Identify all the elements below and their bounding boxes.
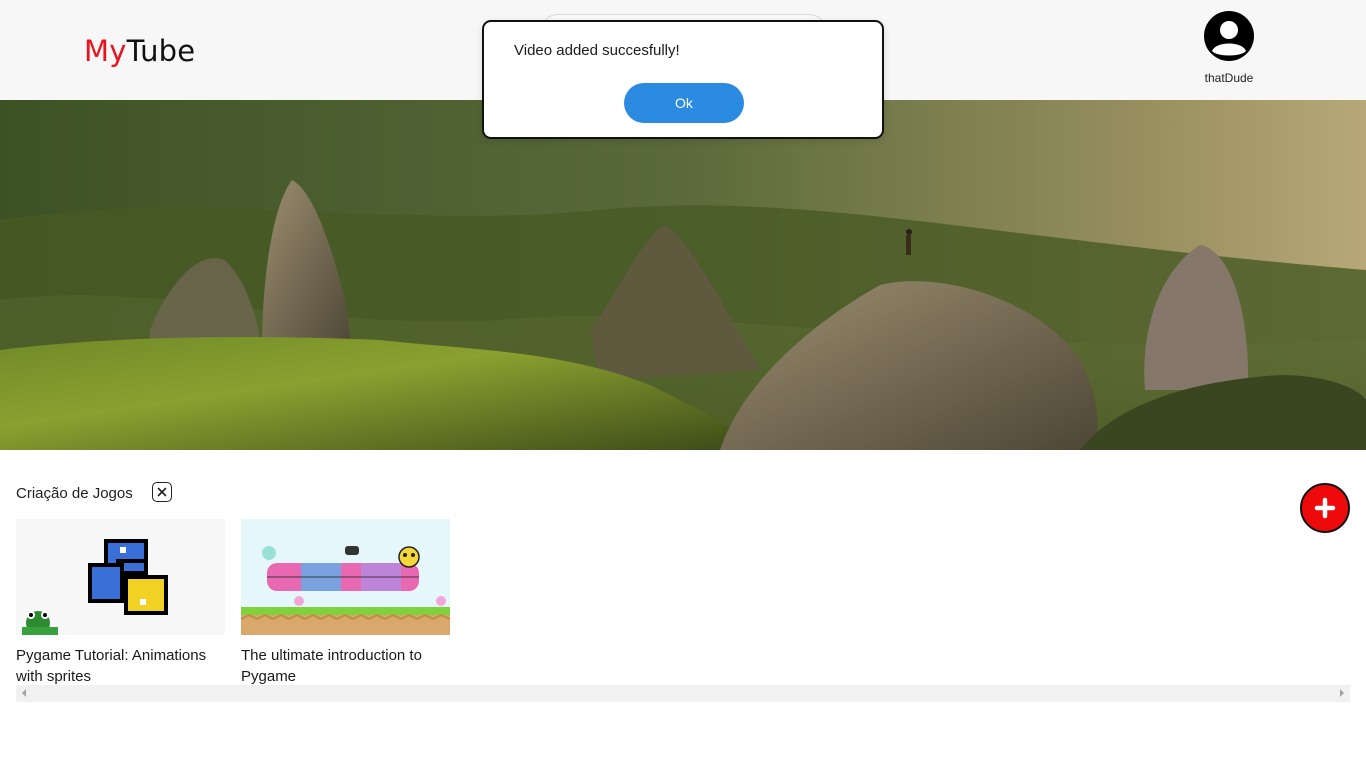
video-title[interactable]: Pygame Tutorial: Animations with sprites	[16, 645, 216, 687]
pygame-logo-thumbnail	[241, 519, 450, 635]
scroll-right-arrow-icon[interactable]	[1340, 689, 1344, 697]
logo-my: My	[84, 34, 127, 68]
horizontal-scrollbar[interactable]	[16, 685, 1350, 702]
alert-dialog: Video added succesfully! Ok	[482, 20, 884, 139]
logo[interactable]: MyTube	[84, 34, 195, 68]
ok-button[interactable]: Ok	[624, 83, 744, 123]
video-title[interactable]: The ultimate introduction to Pygame	[241, 645, 441, 687]
username: thatDude	[1204, 71, 1254, 85]
scroll-left-arrow-icon[interactable]	[22, 689, 26, 697]
python-logo-thumbnail	[16, 519, 225, 635]
user-circle-icon[interactable]	[1203, 10, 1255, 62]
close-icon	[157, 487, 167, 497]
logo-tube: Tube	[126, 34, 196, 68]
banner-image	[0, 100, 1366, 450]
remove-playlist-button[interactable]	[152, 482, 172, 502]
video-card[interactable]: The ultimate introduction to Pygame	[241, 519, 450, 687]
user-profile[interactable]: thatDude	[1196, 8, 1262, 85]
video-card[interactable]: Pygame Tutorial: Animations with sprites	[16, 519, 225, 687]
dialog-message: Video added succesfully!	[514, 42, 680, 59]
video-list: Pygame Tutorial: Animations with sprites	[16, 519, 1350, 685]
playlist-title: Criação de Jogos	[16, 485, 133, 502]
plus-icon	[1314, 497, 1336, 519]
